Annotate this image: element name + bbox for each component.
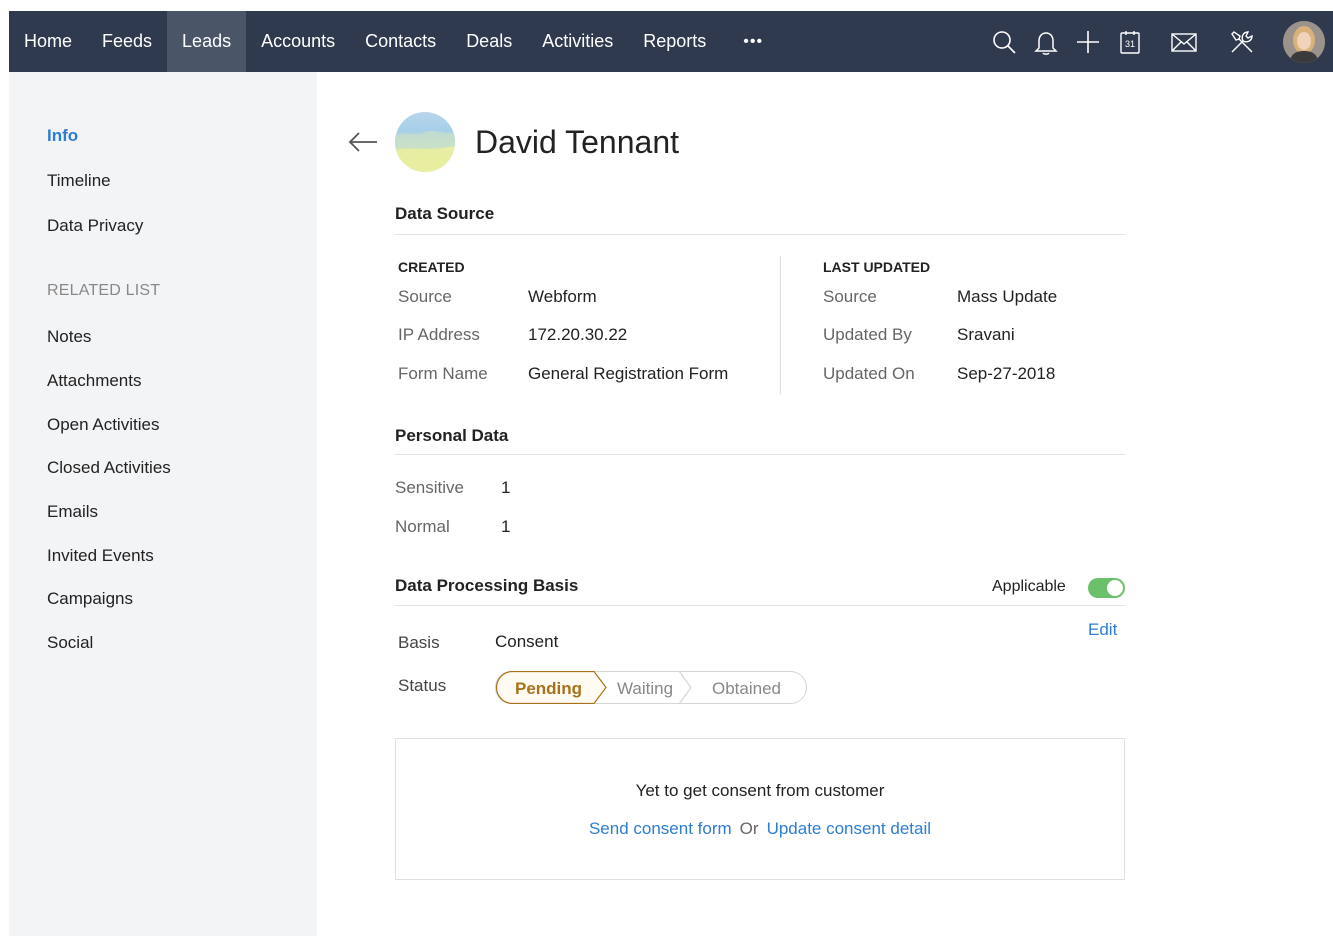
form-name-value: General Registration Form: [528, 364, 729, 383]
normal-label: Normal: [395, 517, 450, 536]
updated-source-label: Source: [823, 287, 877, 306]
section-divider: [395, 605, 1125, 606]
tools-icon[interactable]: [1229, 29, 1255, 55]
consent-message: Yet to get consent from customer: [635, 781, 885, 800]
section-divider: [395, 234, 1125, 235]
column-divider: [780, 256, 781, 394]
updated-on-value: Sep-27-2018: [957, 364, 1056, 383]
sidebar-item-social[interactable]: Social: [47, 633, 93, 653]
plus-icon[interactable]: [1075, 29, 1101, 55]
top-nav: Home Feeds Leads Accounts Contacts Deals…: [9, 11, 1333, 72]
toggle-knob: [1107, 580, 1123, 596]
sidebar-item-emails[interactable]: Emails: [47, 502, 98, 522]
updated-by-value: Sravani: [957, 325, 1015, 344]
sidebar-item-closed-activities[interactable]: Closed Activities: [47, 458, 171, 478]
last-updated-heading: LAST UPDATED: [823, 259, 931, 275]
nav-tab-reports[interactable]: Reports: [628, 11, 721, 72]
related-list-heading: RELATED LIST: [47, 282, 161, 299]
nav-tab-leads[interactable]: Leads: [167, 11, 247, 72]
sidebar-item-open-activities[interactable]: Open Activities: [47, 415, 159, 435]
consent-status-stepper: Pending Waiting Obtained: [495, 671, 807, 704]
lead-name: David Tennant: [475, 124, 679, 160]
nav-tab-activities[interactable]: Activities: [527, 11, 628, 72]
normal-value: 1: [501, 517, 511, 536]
calendar-day: 31: [1124, 38, 1135, 49]
updated-by-label: Updated By: [823, 325, 912, 344]
back-arrow-icon[interactable]: [347, 130, 379, 154]
applicable-toggle[interactable]: [1088, 578, 1125, 598]
data-source-title: Data Source: [395, 204, 495, 223]
sidebar-item-campaigns[interactable]: Campaigns: [47, 589, 133, 609]
created-source-label: Source: [398, 287, 452, 306]
section-divider: [395, 454, 1125, 455]
updated-source-value: Mass Update: [957, 287, 1058, 306]
mail-icon[interactable]: [1171, 29, 1197, 55]
sidebar-item-invited-events[interactable]: Invited Events: [47, 546, 154, 566]
nav-tab-deals[interactable]: Deals: [451, 11, 527, 72]
nav-tab-accounts[interactable]: Accounts: [246, 11, 350, 72]
ip-address-value: 172.20.30.22: [528, 325, 628, 344]
created-source-value: Webform: [528, 287, 597, 306]
update-consent-detail-link[interactable]: Update consent detail: [767, 819, 931, 838]
sensitive-label: Sensitive: [395, 478, 464, 497]
created-heading: CREATED: [398, 259, 465, 275]
sidebar-item-data-privacy[interactable]: Data Privacy: [47, 216, 143, 236]
ip-address-label: IP Address: [398, 325, 480, 344]
sidebar-item-info[interactable]: Info: [47, 126, 78, 146]
status-step-obtained[interactable]: Obtained: [712, 679, 781, 699]
sidebar-item-notes[interactable]: Notes: [47, 327, 91, 347]
user-avatar[interactable]: [1283, 20, 1325, 63]
nav-tab-home[interactable]: Home: [9, 11, 87, 72]
basis-label: Basis: [398, 633, 440, 652]
search-icon[interactable]: [991, 29, 1017, 55]
processing-basis-title: Data Processing Basis: [395, 576, 579, 595]
status-step-waiting[interactable]: Waiting: [617, 679, 673, 699]
bell-icon[interactable]: [1033, 29, 1059, 55]
form-name-label: Form Name: [398, 364, 488, 383]
or-text: Or: [739, 819, 759, 838]
nav-tab-feeds[interactable]: Feeds: [87, 11, 167, 72]
status-label: Status: [398, 676, 447, 695]
status-step-pending[interactable]: Pending: [515, 679, 582, 699]
send-consent-form-link[interactable]: Send consent form: [589, 819, 732, 838]
calendar-icon[interactable]: 31: [1117, 29, 1143, 55]
nav-more-button[interactable]: •••: [721, 11, 785, 72]
consent-actions: Send consent form Or Update consent detail: [396, 819, 1124, 839]
edit-link[interactable]: Edit: [1088, 620, 1117, 640]
updated-on-label: Updated On: [823, 364, 915, 383]
basis-value: Consent: [495, 632, 559, 651]
sidebar-item-attachments[interactable]: Attachments: [47, 371, 142, 391]
nav-tab-contacts[interactable]: Contacts: [350, 11, 451, 72]
personal-data-title: Personal Data: [395, 426, 509, 445]
app-frame: Home Feeds Leads Accounts Contacts Deals…: [9, 11, 1333, 936]
sidebar-item-timeline[interactable]: Timeline: [47, 171, 111, 191]
consent-panel: Yet to get consent from customer Send co…: [395, 738, 1125, 880]
lead-avatar: [395, 112, 455, 172]
nav-icon-group: 31: [991, 11, 1333, 72]
step-separator: [678, 671, 692, 704]
sidebar: Info Timeline Data Privacy RELATED LIST …: [9, 72, 317, 936]
sensitive-value: 1: [501, 478, 511, 497]
applicable-label: Applicable: [992, 578, 1066, 595]
